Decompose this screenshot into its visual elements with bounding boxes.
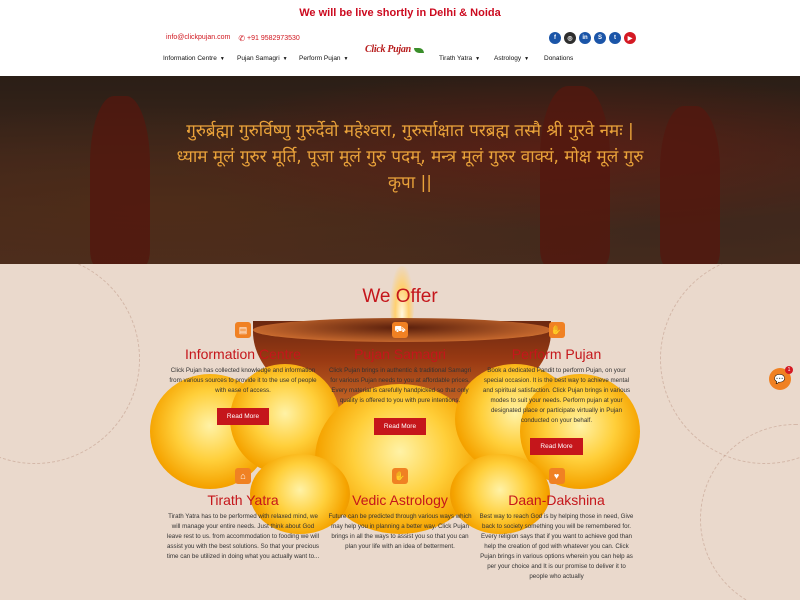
phone-link[interactable]: ✆ +91 9582973530 <box>238 34 299 43</box>
nav-perform-pujan[interactable]: Perform Pujan ▼ <box>299 55 349 62</box>
hero-banner: गुरुर्ब्रह्मा गुरुर्विष्णु गुरुर्देवो मह… <box>0 76 800 264</box>
facebook-icon[interactable]: f <box>549 32 561 44</box>
card-title: Pujan Samagri <box>354 346 446 362</box>
temple-icon: ⌂ <box>235 468 251 484</box>
card-text: Best way to reach God is by helping thos… <box>479 513 634 580</box>
charity-icon: ♥ <box>548 468 565 484</box>
we-offer-section: We Offer ▤ Information Centre Click Puja… <box>0 264 800 600</box>
card-title: Vedic Astrology <box>352 492 448 508</box>
praying-hands-icon: ✋ <box>548 322 565 338</box>
book-icon: ▤ <box>235 322 251 338</box>
palm-icon: ✋ <box>392 468 408 484</box>
offer-card-pujan-samagri: ⛟ Pujan Samagri Click Pujan brings in au… <box>326 322 474 435</box>
hero-mantra: गुरुर्ब्रह्मा गुरुर्विष्णु गुरुर्देवो मह… <box>176 121 644 193</box>
phone-number: +91 9582973530 <box>247 35 300 42</box>
card-title: Tirath Yatra <box>207 492 279 508</box>
card-title: Information Centre <box>185 346 301 362</box>
hero-figure <box>90 96 150 264</box>
nav-tirath-yatra[interactable]: Tirath Yatra ▼ <box>439 55 480 62</box>
card-text: Click Pujan has collected knowledge and … <box>169 367 317 394</box>
nav-donations[interactable]: Donations <box>544 55 573 62</box>
youtube-icon[interactable]: ▶ <box>624 32 636 44</box>
card-text: Book a dedicated Pandit to perform Pujan… <box>482 367 631 424</box>
card-text: Future can be predicted through various … <box>328 513 472 550</box>
leaf-icon <box>414 48 424 53</box>
nav-label: Perform Pujan <box>299 55 341 62</box>
chat-badge: 1 <box>785 366 793 374</box>
chevron-down-icon: ▼ <box>475 55 481 62</box>
skype-icon[interactable]: S <box>594 32 606 44</box>
hero-figure <box>660 106 720 264</box>
social-links: f ◎ in S t ▶ <box>549 32 636 44</box>
section-title: We Offer <box>362 286 438 307</box>
card-text: Tirath Yatra has to be performed with re… <box>166 513 320 560</box>
card-text: Click Pujan brings in authentic & tradit… <box>328 367 472 404</box>
nav-label: Tirath Yatra <box>439 55 473 62</box>
nav-label: Astrology <box>494 55 522 62</box>
chevron-down-icon: ▼ <box>219 55 225 62</box>
linkedin-icon[interactable]: in <box>579 32 591 44</box>
offer-card-tirath-yatra: ⌂ Tirath Yatra Tirath Yatra has to be pe… <box>165 468 321 562</box>
nav-label: Donations <box>544 55 574 62</box>
instagram-icon[interactable]: ◎ <box>564 32 576 44</box>
nav-pujan-samagri[interactable]: Pujan Samagri ▼ <box>237 55 288 62</box>
card-title: Daan-Dakshina <box>508 492 605 508</box>
read-more-button[interactable]: Read More <box>216 408 270 425</box>
read-more-button[interactable]: Read More <box>373 418 427 435</box>
twitter-icon[interactable]: t <box>609 32 621 44</box>
cart-icon: ⛟ <box>392 322 408 338</box>
announcement-text: We will be live shortly in Delhi & Noida <box>299 7 501 19</box>
email-link[interactable]: info@clickpujan.com <box>166 34 230 43</box>
offer-card-daan-dakshina: ♥ Daan-Dakshina Best way to reach God is… <box>478 468 635 582</box>
nav-astrology[interactable]: Astrology ▼ <box>494 55 529 62</box>
offer-card-information-centre: ▤ Information Centre Click Pujan has col… <box>165 322 321 425</box>
chat-icon: 💬 <box>774 373 786 384</box>
chat-widget-button[interactable]: 💬 1 <box>769 366 793 390</box>
chevron-down-icon: ▼ <box>343 55 349 62</box>
nav-label: Information Centre <box>163 55 217 62</box>
phone-icon: ✆ <box>238 34 246 43</box>
card-title: Perform Pujan <box>511 346 602 362</box>
nav-information-centre[interactable]: Information Centre ▼ <box>163 55 225 62</box>
offer-card-perform-pujan: ✋ Perform Pujan Book a dedicated Pandit … <box>478 322 635 455</box>
chevron-down-icon: ▼ <box>524 55 530 62</box>
main-nav: Information Centre ▼ Pujan Samagri ▼ Per… <box>0 55 800 69</box>
chevron-down-icon: ▼ <box>282 55 288 62</box>
announcement-bar: We will be live shortly in Delhi & Noida <box>0 0 800 26</box>
nav-label: Pujan Samagri <box>237 55 280 62</box>
offer-card-vedic-astrology: ✋ Vedic Astrology Future can be predicte… <box>326 468 474 552</box>
read-more-button[interactable]: Read More <box>530 438 583 455</box>
contact-info: info@clickpujan.com ✆ +91 9582973530 <box>166 34 300 43</box>
